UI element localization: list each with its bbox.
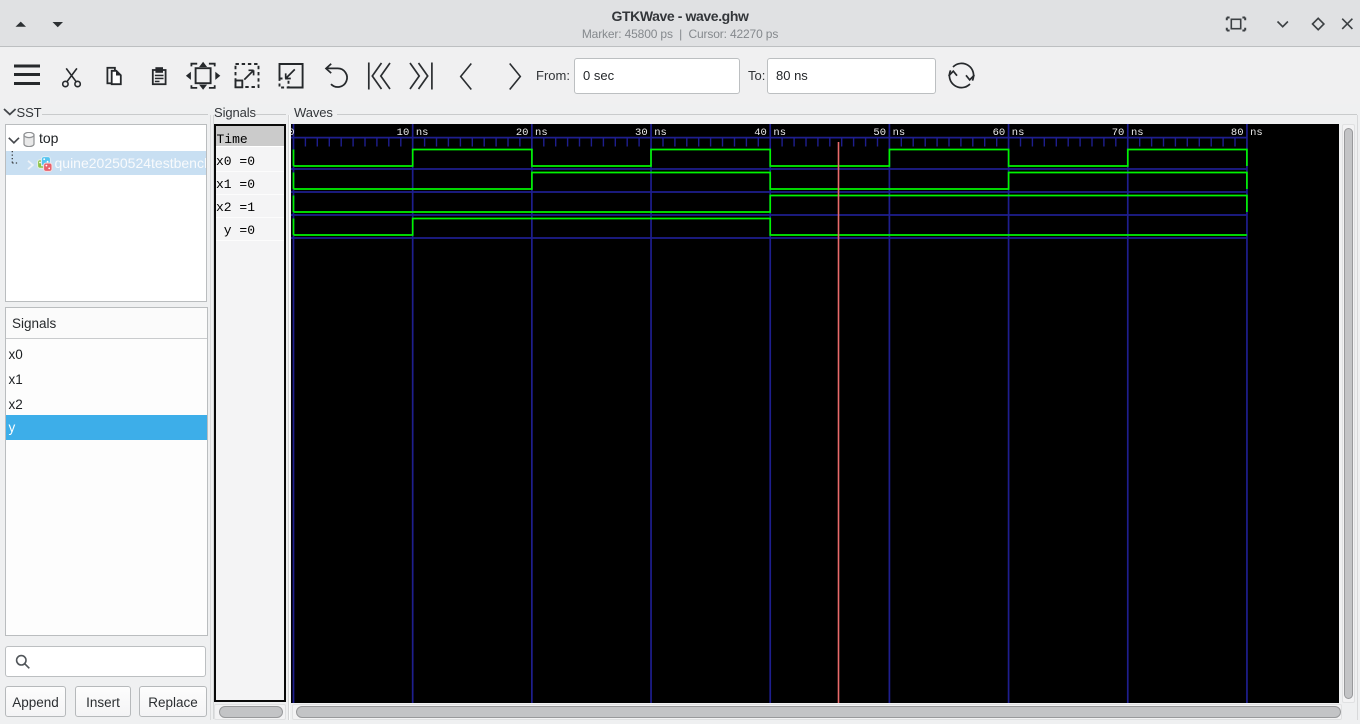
svg-text:30: 30 xyxy=(635,127,648,139)
svg-text:10: 10 xyxy=(397,127,410,139)
svg-text:ns: ns xyxy=(893,127,906,139)
svg-text:0: 0 xyxy=(291,127,295,139)
svg-text:ns: ns xyxy=(654,127,667,139)
svg-text:ns: ns xyxy=(535,127,548,139)
svg-text:20: 20 xyxy=(516,127,529,139)
svg-text:70: 70 xyxy=(1112,127,1125,139)
svg-text:80: 80 xyxy=(1231,127,1244,139)
svg-text:ns: ns xyxy=(416,127,429,139)
svg-text:50: 50 xyxy=(873,127,886,139)
svg-text:60: 60 xyxy=(993,127,1006,139)
svg-text:40: 40 xyxy=(754,127,767,139)
svg-text:ns: ns xyxy=(773,127,786,139)
svg-text:ns: ns xyxy=(1250,127,1263,139)
svg-text:ns: ns xyxy=(1012,127,1025,139)
svg-text:ns: ns xyxy=(1131,127,1144,139)
